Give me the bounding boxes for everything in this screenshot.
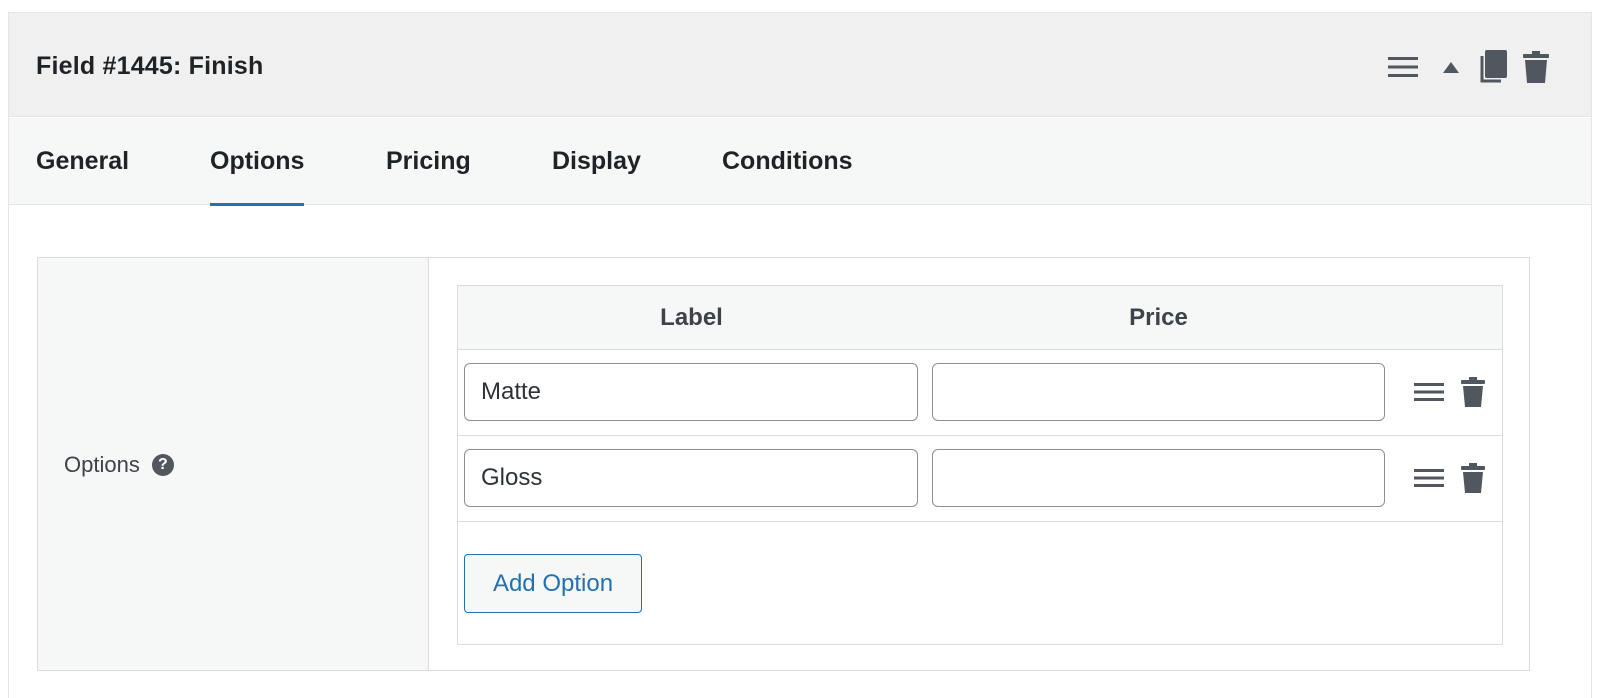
column-header-price: Price	[1129, 304, 1188, 331]
hamburger-menu-icon[interactable]	[1387, 51, 1419, 83]
tab-conditions[interactable]: Conditions	[722, 118, 853, 205]
field-tabs: General Options Pricing Display Conditio…	[9, 118, 1591, 206]
table-row	[458, 350, 1502, 436]
tab-display[interactable]: Display	[552, 118, 641, 205]
option-price-input[interactable]	[932, 363, 1385, 421]
options-label-text: Options	[64, 452, 140, 477]
options-setting-row: Options ? Label Price Matte Gloss Add Op…	[37, 257, 1530, 671]
option-price-input[interactable]	[932, 449, 1385, 507]
option-label-input[interactable]	[464, 449, 918, 507]
add-option-button[interactable]: Add Option	[464, 554, 642, 613]
trash-icon[interactable]	[1460, 462, 1486, 494]
tab-general[interactable]: General	[36, 118, 129, 205]
options-table: Label Price Matte Gloss Add Option	[457, 285, 1503, 645]
trash-icon[interactable]	[1521, 49, 1551, 85]
help-icon[interactable]: ?	[151, 454, 174, 476]
field-header[interactable]: Field #1445: Finish	[9, 13, 1591, 117]
trash-icon[interactable]	[1460, 376, 1486, 408]
field-panel: Field #1445: Finish General Options Pric…	[8, 12, 1592, 698]
tab-pricing[interactable]: Pricing	[386, 118, 471, 205]
options-label-cell: Options ?	[38, 258, 429, 670]
options-table-header: Label Price	[458, 286, 1502, 350]
options-label: Options ?	[64, 452, 174, 478]
field-title: Field #1445: Finish	[36, 52, 264, 80]
tab-options[interactable]: Options	[210, 118, 305, 206]
triangle-up-icon[interactable]	[1439, 51, 1463, 83]
field-header-actions	[1387, 49, 1551, 85]
option-label-input[interactable]	[464, 363, 918, 421]
drag-handle-icon[interactable]	[1414, 376, 1444, 408]
copy-icon[interactable]	[1477, 49, 1509, 85]
row-actions	[1414, 462, 1486, 494]
table-row	[458, 436, 1502, 522]
drag-handle-icon[interactable]	[1414, 462, 1444, 494]
row-actions	[1414, 376, 1486, 408]
column-header-label: Label	[660, 304, 723, 331]
